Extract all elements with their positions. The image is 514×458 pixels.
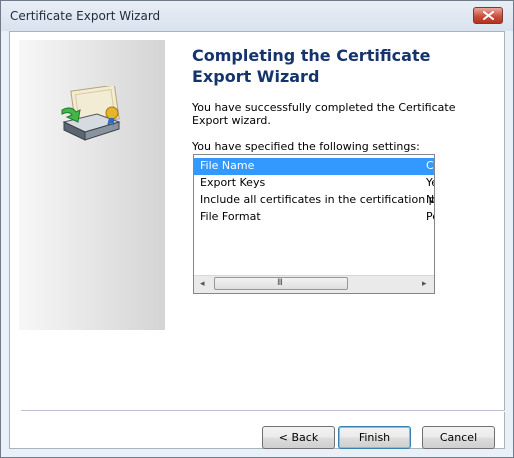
setting-value: C:\User	[426, 159, 434, 172]
settings-row-file-format[interactable]: File Format Persona	[194, 209, 434, 226]
finish-button[interactable]: Finish	[338, 426, 411, 449]
close-button[interactable]	[473, 7, 503, 24]
settings-row-include-all-certificates[interactable]: Include all certificates in the certific…	[194, 192, 434, 209]
horizontal-scrollbar[interactable]: ◂ III ▸	[194, 275, 434, 293]
window-title: Certificate Export Wizard	[10, 9, 161, 23]
setting-value: No	[426, 193, 435, 206]
back-button[interactable]: < Back	[262, 426, 335, 449]
setting-name: Export Keys	[200, 176, 266, 189]
setting-name: File Name	[200, 159, 255, 172]
setting-name: Include all certificates in the certific…	[200, 193, 435, 206]
settings-list[interactable]: File Name C:\User Export Keys Yes Includ…	[193, 154, 435, 294]
button-separator	[21, 410, 505, 412]
completion-message: You have successfully completed the Cert…	[192, 101, 456, 127]
setting-value: Persona	[426, 210, 434, 223]
page-heading: Completing the Certificate Export Wizard	[192, 46, 431, 86]
cancel-button[interactable]: Cancel	[422, 426, 495, 449]
settings-label: You have specified the following setting…	[192, 140, 420, 153]
wizard-page: Completing the Certificate Export Wizard…	[9, 31, 505, 449]
setting-name: File Format	[200, 210, 261, 223]
settings-row-file-name[interactable]: File Name C:\User	[194, 158, 434, 175]
scroll-right-arrow-icon[interactable]: ▸	[422, 279, 427, 289]
scroll-left-arrow-icon[interactable]: ◂	[200, 279, 205, 289]
certificate-export-icon	[61, 86, 121, 141]
close-icon	[483, 11, 494, 20]
settings-row-export-keys[interactable]: Export Keys Yes	[194, 175, 434, 192]
scrollbar-grip-icon: III	[277, 278, 283, 288]
setting-value: Yes	[426, 176, 434, 189]
scrollbar-thumb[interactable]: III	[214, 277, 348, 290]
wizard-window: Certificate Export Wizard Completing the…	[0, 0, 514, 458]
wizard-side-panel	[19, 40, 165, 330]
title-bar[interactable]: Certificate Export Wizard	[1, 1, 513, 31]
